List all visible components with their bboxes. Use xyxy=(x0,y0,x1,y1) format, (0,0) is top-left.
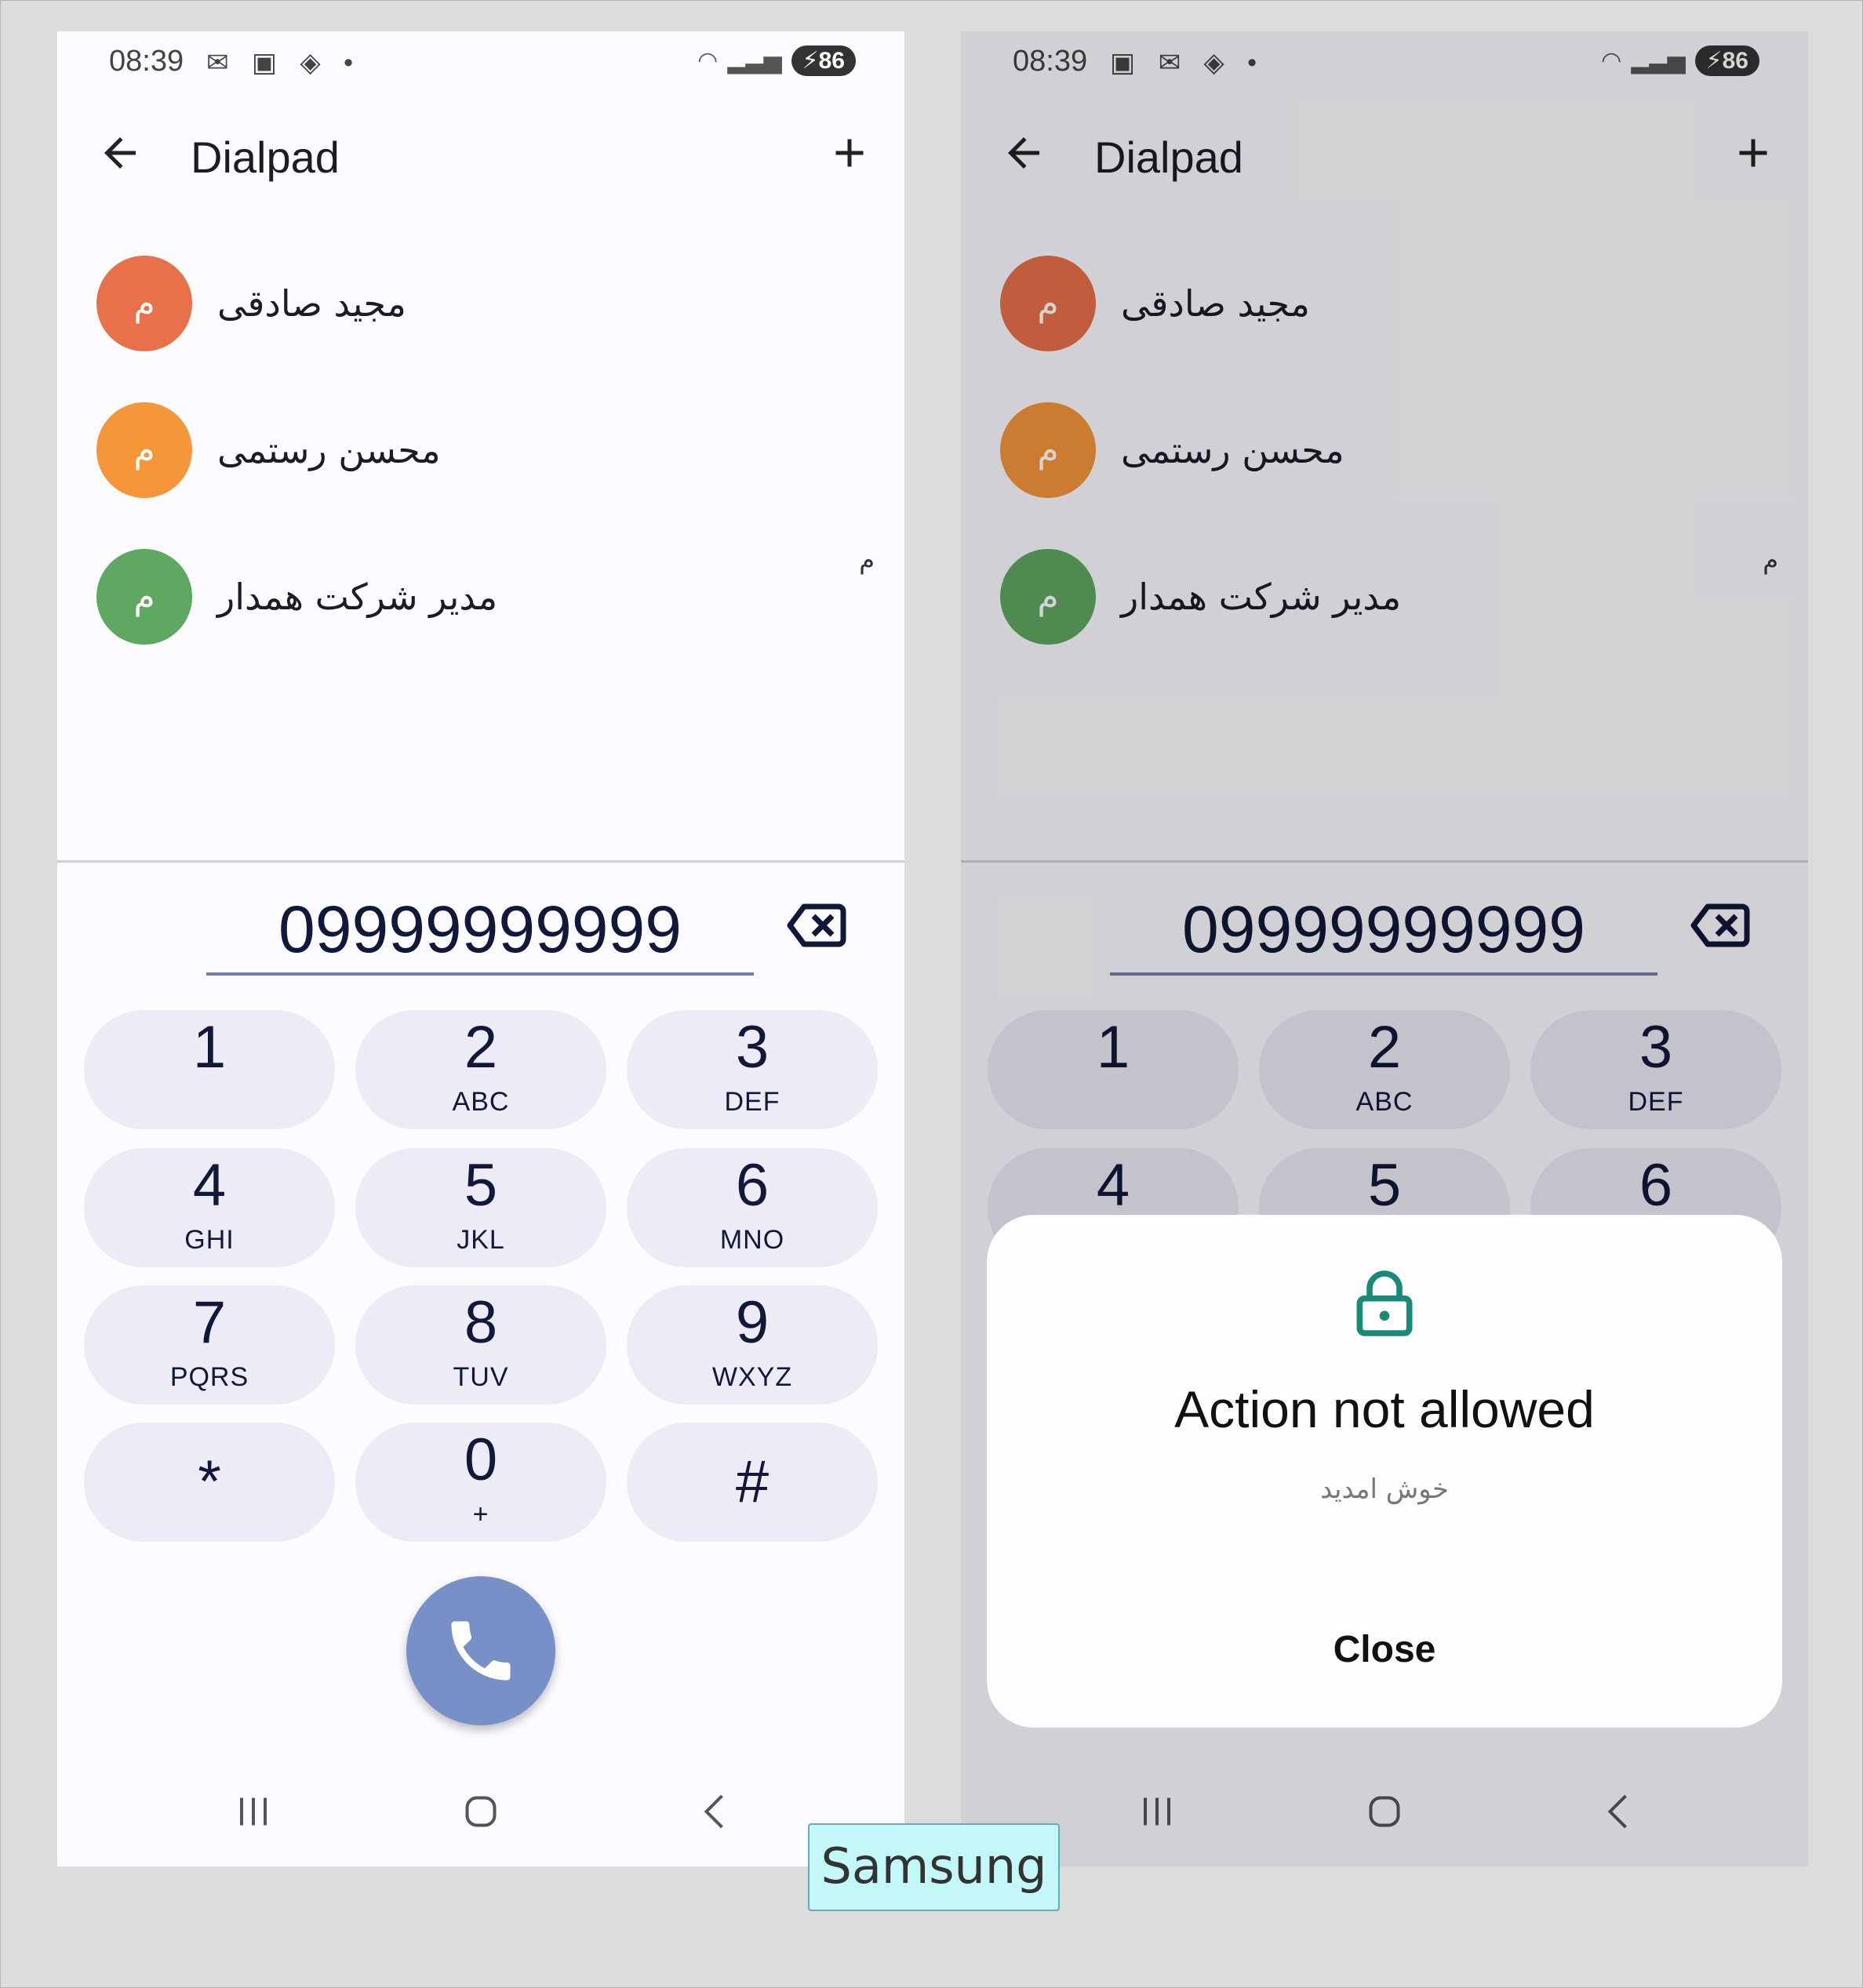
key-letters: + xyxy=(472,1499,489,1529)
avatar: م xyxy=(96,549,192,645)
key-8[interactable]: 8 TUV xyxy=(355,1285,606,1405)
action-not-allowed-dialog: Action not allowed خوش امدید Close xyxy=(987,1215,1782,1728)
device-label: Samsung xyxy=(808,1823,1060,1911)
add-contact-icon[interactable] xyxy=(826,129,873,176)
call-button[interactable] xyxy=(406,1576,555,1725)
key-digit: 9 xyxy=(735,1289,770,1356)
lock-icon xyxy=(1356,1270,1413,1336)
avatar: م xyxy=(96,402,192,498)
key-letters: WXYZ xyxy=(711,1362,793,1392)
key-digit: # xyxy=(735,1448,770,1515)
key-3[interactable]: 3 DEF xyxy=(627,1010,878,1129)
key-4[interactable]: 4 GHI xyxy=(84,1148,335,1267)
avatar: م xyxy=(96,256,192,351)
key-digit: 1 xyxy=(192,1014,227,1081)
contact-name: مجید صادقی xyxy=(217,282,406,325)
divider xyxy=(57,860,904,863)
app-bar: Dialpad xyxy=(57,110,904,196)
nav-bar xyxy=(57,1764,904,1866)
key-digit: 8 xyxy=(464,1289,498,1356)
battery-indicator: ⚡86 xyxy=(791,45,856,76)
key-letters: PQRS xyxy=(169,1362,249,1392)
contact-row[interactable]: م مدیر شرکت همدار xyxy=(96,549,497,645)
key-9[interactable]: 9 WXYZ xyxy=(627,1285,878,1405)
key-star[interactable]: * xyxy=(84,1423,335,1542)
battery-level: 86 xyxy=(818,48,845,74)
key-letters: DEF xyxy=(724,1087,780,1117)
phone-number-field[interactable]: 09999999999 xyxy=(206,886,754,976)
index-letter: م xyxy=(859,545,875,575)
key-digit: 5 xyxy=(464,1152,498,1219)
key-digit: 6 xyxy=(735,1152,770,1219)
phone-icon xyxy=(451,1621,511,1681)
key-2[interactable]: 2 ABC xyxy=(355,1010,606,1129)
key-letters: JKL xyxy=(457,1225,505,1255)
key-digit: 4 xyxy=(192,1152,227,1219)
key-letters: MNO xyxy=(719,1225,785,1255)
key-5[interactable]: 5 JKL xyxy=(355,1148,606,1267)
page-title: Dialpad xyxy=(191,133,340,182)
dialog-message: خوش امدید xyxy=(1320,1474,1449,1505)
key-letters: GHI xyxy=(184,1225,235,1255)
notification-icons: ✉ ▣ ◈ • xyxy=(206,48,362,78)
contact-row[interactable]: م محسن رستمی xyxy=(96,402,441,498)
phone-screen-dialog: 08:39 ▣ ✉ ◈ • ◠ ▂▃▅ ⚡86 Dialpad م مجید ص… xyxy=(961,31,1808,1866)
signal-icon: ▂▃▅ xyxy=(727,48,782,74)
status-time: 08:39 xyxy=(109,45,184,78)
key-1[interactable]: 1 xyxy=(84,1010,335,1129)
key-digit: 0 xyxy=(464,1426,498,1493)
key-digit: * xyxy=(198,1448,221,1515)
recents-icon[interactable] xyxy=(230,1788,277,1835)
status-right: ◠ ▂▃▅ ⚡86 xyxy=(697,45,856,76)
key-hash[interactable]: # xyxy=(627,1423,878,1542)
phone-screen-normal: 08:39 ✉ ▣ ◈ • ◠ ▂▃▅ ⚡86 Dialpad م مجید ص… xyxy=(57,31,904,1866)
key-7[interactable]: 7 PQRS xyxy=(84,1285,335,1405)
close-button[interactable]: Close xyxy=(1306,1623,1463,1677)
key-digit: 7 xyxy=(192,1289,227,1356)
backspace-icon[interactable] xyxy=(787,902,846,949)
contact-row[interactable]: م مجید صادقی xyxy=(96,256,406,351)
key-letters: TUV xyxy=(453,1362,509,1392)
nav-back-icon[interactable] xyxy=(693,1788,740,1835)
key-0[interactable]: 0 + xyxy=(355,1423,606,1542)
key-6[interactable]: 6 MNO xyxy=(627,1148,878,1267)
key-digit: 3 xyxy=(735,1014,770,1081)
key-digit: 2 xyxy=(464,1014,498,1081)
contact-name: مدیر شرکت همدار xyxy=(217,576,498,618)
status-bar: 08:39 ✉ ▣ ◈ • ◠ ▂▃▅ ⚡86 xyxy=(57,31,904,94)
key-letters: ABC xyxy=(452,1087,510,1117)
wifi-icon: ◠ xyxy=(697,48,719,74)
back-arrow-icon[interactable] xyxy=(96,129,144,176)
dialog-title: Action not allowed xyxy=(1174,1380,1595,1438)
contact-name: محسن رستمی xyxy=(217,429,441,471)
home-icon[interactable] xyxy=(457,1788,504,1835)
